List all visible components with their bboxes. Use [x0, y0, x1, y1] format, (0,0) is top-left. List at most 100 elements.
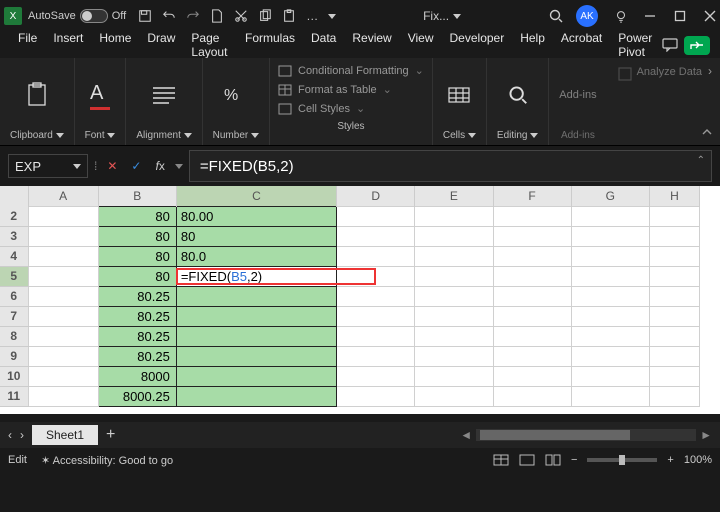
ribbon-group-font[interactable]: A Font — [75, 58, 127, 145]
cell-D4[interactable] — [337, 246, 415, 266]
row-header-4[interactable]: 4 — [0, 246, 28, 266]
sheet-tab-sheet1[interactable]: Sheet1 — [32, 425, 98, 445]
cell-F11[interactable] — [493, 386, 571, 406]
view-page-break-icon[interactable] — [545, 454, 561, 466]
name-box[interactable]: EXP — [8, 154, 88, 178]
zoom-level[interactable]: 100% — [684, 454, 712, 466]
row-header-9[interactable]: 9 — [0, 346, 28, 366]
filename-dropdown-icon[interactable] — [453, 14, 461, 19]
cell-C6[interactable] — [176, 286, 336, 306]
cell-H4[interactable] — [649, 246, 699, 266]
save-icon[interactable] — [138, 9, 152, 23]
conditional-formatting-button[interactable]: Conditional Formatting ⌄ — [278, 64, 424, 77]
row-header-10[interactable]: 10 — [0, 366, 28, 386]
cell-H8[interactable] — [649, 326, 699, 346]
cell-C8[interactable] — [176, 326, 336, 346]
cell-B2[interactable]: 80 — [98, 206, 176, 226]
undo-icon[interactable] — [162, 9, 176, 23]
cell-H9[interactable] — [649, 346, 699, 366]
cell-B3[interactable]: 80 — [98, 226, 176, 246]
cell-G9[interactable] — [571, 346, 649, 366]
cell-A8[interactable] — [28, 326, 98, 346]
column-header-G[interactable]: G — [571, 186, 649, 206]
row-header-7[interactable]: 7 — [0, 306, 28, 326]
row-header-6[interactable]: 6 — [0, 286, 28, 306]
cell-F6[interactable] — [493, 286, 571, 306]
qat-overflow-icon[interactable] — [328, 14, 336, 19]
cell-H6[interactable] — [649, 286, 699, 306]
zoom-out-icon[interactable]: − — [571, 454, 577, 466]
row-header-2[interactable]: 2 — [0, 206, 28, 226]
cell-E2[interactable] — [415, 206, 493, 226]
row-header-8[interactable]: 8 — [0, 326, 28, 346]
cell-G7[interactable] — [571, 306, 649, 326]
hscroll-left-icon[interactable]: ◄ — [460, 428, 472, 442]
cell-E3[interactable] — [415, 226, 493, 246]
autosave-toggle[interactable]: AutoSave Off — [28, 9, 126, 23]
cell-B5[interactable]: 80 — [98, 266, 176, 286]
cell-G10[interactable] — [571, 366, 649, 386]
cell-C4[interactable]: 80.0 — [176, 246, 336, 266]
row-header-11[interactable]: 11 — [0, 386, 28, 406]
cell-C3[interactable]: 80 — [176, 226, 336, 246]
ribbon-group-editing[interactable]: Editing — [487, 58, 549, 145]
column-header-C[interactable]: C — [176, 186, 336, 206]
cell-G11[interactable] — [571, 386, 649, 406]
minimize-icon[interactable] — [644, 10, 656, 22]
cell-B7[interactable]: 80.25 — [98, 306, 176, 326]
cell-F9[interactable] — [493, 346, 571, 366]
cell-B4[interactable]: 80 — [98, 246, 176, 266]
horizontal-scrollbar[interactable] — [476, 429, 696, 441]
cell-A4[interactable] — [28, 246, 98, 266]
new-file-icon[interactable] — [210, 9, 224, 23]
cell-F10[interactable] — [493, 366, 571, 386]
row-header-5[interactable]: 5 — [0, 266, 28, 286]
cell-G3[interactable] — [571, 226, 649, 246]
cell-A11[interactable] — [28, 386, 98, 406]
cell-C2[interactable]: 80.00 — [176, 206, 336, 226]
cell-F5[interactable] — [493, 266, 571, 286]
cell-C10[interactable] — [176, 366, 336, 386]
cell-D3[interactable] — [337, 226, 415, 246]
cell-E9[interactable] — [415, 346, 493, 366]
ribbon-group-number[interactable]: % Number — [203, 58, 270, 145]
cell-E7[interactable] — [415, 306, 493, 326]
cell-E6[interactable] — [415, 286, 493, 306]
ribbon-collapse-icon[interactable] — [700, 125, 714, 139]
cell-H2[interactable] — [649, 206, 699, 226]
cell-F4[interactable] — [493, 246, 571, 266]
cell-C5[interactable]: =FIXED(B5,2) — [176, 266, 336, 286]
qat-more-icon[interactable]: … — [306, 9, 318, 23]
next-sheet-icon[interactable]: › — [20, 428, 24, 442]
cell-A9[interactable] — [28, 346, 98, 366]
fx-icon[interactable]: fx — [151, 157, 168, 175]
accessibility-status[interactable]: ✶ Accessibility: Good to go — [41, 454, 173, 467]
cell-B11[interactable]: 8000.25 — [98, 386, 176, 406]
cell-F3[interactable] — [493, 226, 571, 246]
column-header-H[interactable]: H — [649, 186, 699, 206]
ribbon-group-clipboard[interactable]: Clipboard — [0, 58, 75, 145]
spreadsheet-grid[interactable]: ABCDEFGH28080.003808048080.0580=FIXED(B5… — [0, 186, 720, 414]
cell-C9[interactable] — [176, 346, 336, 366]
ribbon-overflow-icon[interactable]: › — [708, 64, 712, 78]
cell-G2[interactable] — [571, 206, 649, 226]
cell-A10[interactable] — [28, 366, 98, 386]
cell-F2[interactable] — [493, 206, 571, 226]
cell-E11[interactable] — [415, 386, 493, 406]
column-header-D[interactable]: D — [337, 186, 415, 206]
cell-G8[interactable] — [571, 326, 649, 346]
cell-F8[interactable] — [493, 326, 571, 346]
paste-icon[interactable] — [282, 9, 296, 23]
cell-D10[interactable] — [337, 366, 415, 386]
user-avatar[interactable]: AK — [576, 5, 598, 27]
ribbon-analyze-data[interactable]: Analyze Data — [607, 58, 712, 145]
hscroll-right-icon[interactable]: ► — [700, 428, 712, 442]
column-header-E[interactable]: E — [415, 186, 493, 206]
cell-B8[interactable]: 80.25 — [98, 326, 176, 346]
column-header-F[interactable]: F — [493, 186, 571, 206]
select-all-cell[interactable] — [0, 186, 28, 206]
close-icon[interactable] — [704, 10, 716, 22]
row-header-3[interactable]: 3 — [0, 226, 28, 246]
comments-icon[interactable] — [662, 38, 678, 52]
view-normal-icon[interactable] — [493, 454, 509, 466]
